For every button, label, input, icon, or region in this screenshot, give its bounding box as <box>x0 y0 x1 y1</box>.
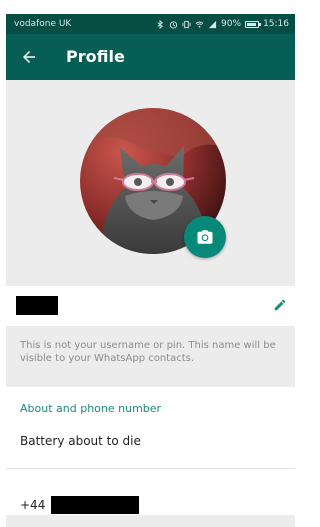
signal-icon <box>208 20 217 28</box>
status-icons: 90% 15:16 <box>156 14 289 34</box>
divider <box>6 468 295 469</box>
carrier-label: vodafone UK <box>14 19 72 29</box>
page-title: Profile <box>66 47 125 66</box>
clock-time: 15:16 <box>263 19 289 29</box>
about-heading: About and phone number <box>20 402 162 415</box>
status-bar: vodafone UK 90% 15:16 <box>6 14 295 34</box>
battery-icon <box>245 20 262 28</box>
arrow-left-icon[interactable] <box>20 48 38 66</box>
battery-percent: 90% <box>221 19 242 29</box>
camera-icon <box>197 230 213 244</box>
about-text[interactable]: Battery about to die <box>20 433 141 449</box>
pencil-icon[interactable] <box>273 298 287 312</box>
profile-name-redacted <box>16 296 58 315</box>
bottom-gray-strip <box>6 515 295 527</box>
name-hint-box: This is not your username or pin. This n… <box>6 326 295 387</box>
phone-number-row: +44 <box>20 495 140 515</box>
app-screen: vodafone UK 90% 15:16 Profile This is no… <box>6 14 295 527</box>
phone-number-redacted <box>51 496 140 514</box>
name-hint-text: This is not your username or pin. This n… <box>20 340 276 364</box>
bluetooth-icon <box>157 19 164 29</box>
phone-prefix: +44 <box>20 498 46 512</box>
name-row[interactable] <box>6 286 295 326</box>
wifi-icon <box>195 21 204 28</box>
change-photo-button[interactable] <box>184 216 226 258</box>
alarm-icon <box>169 20 178 29</box>
app-bar: Profile <box>6 34 295 80</box>
profile-photo-section <box>6 80 295 286</box>
vibrate-icon <box>182 20 191 28</box>
about-section: About and phone number Battery about to … <box>6 387 295 527</box>
